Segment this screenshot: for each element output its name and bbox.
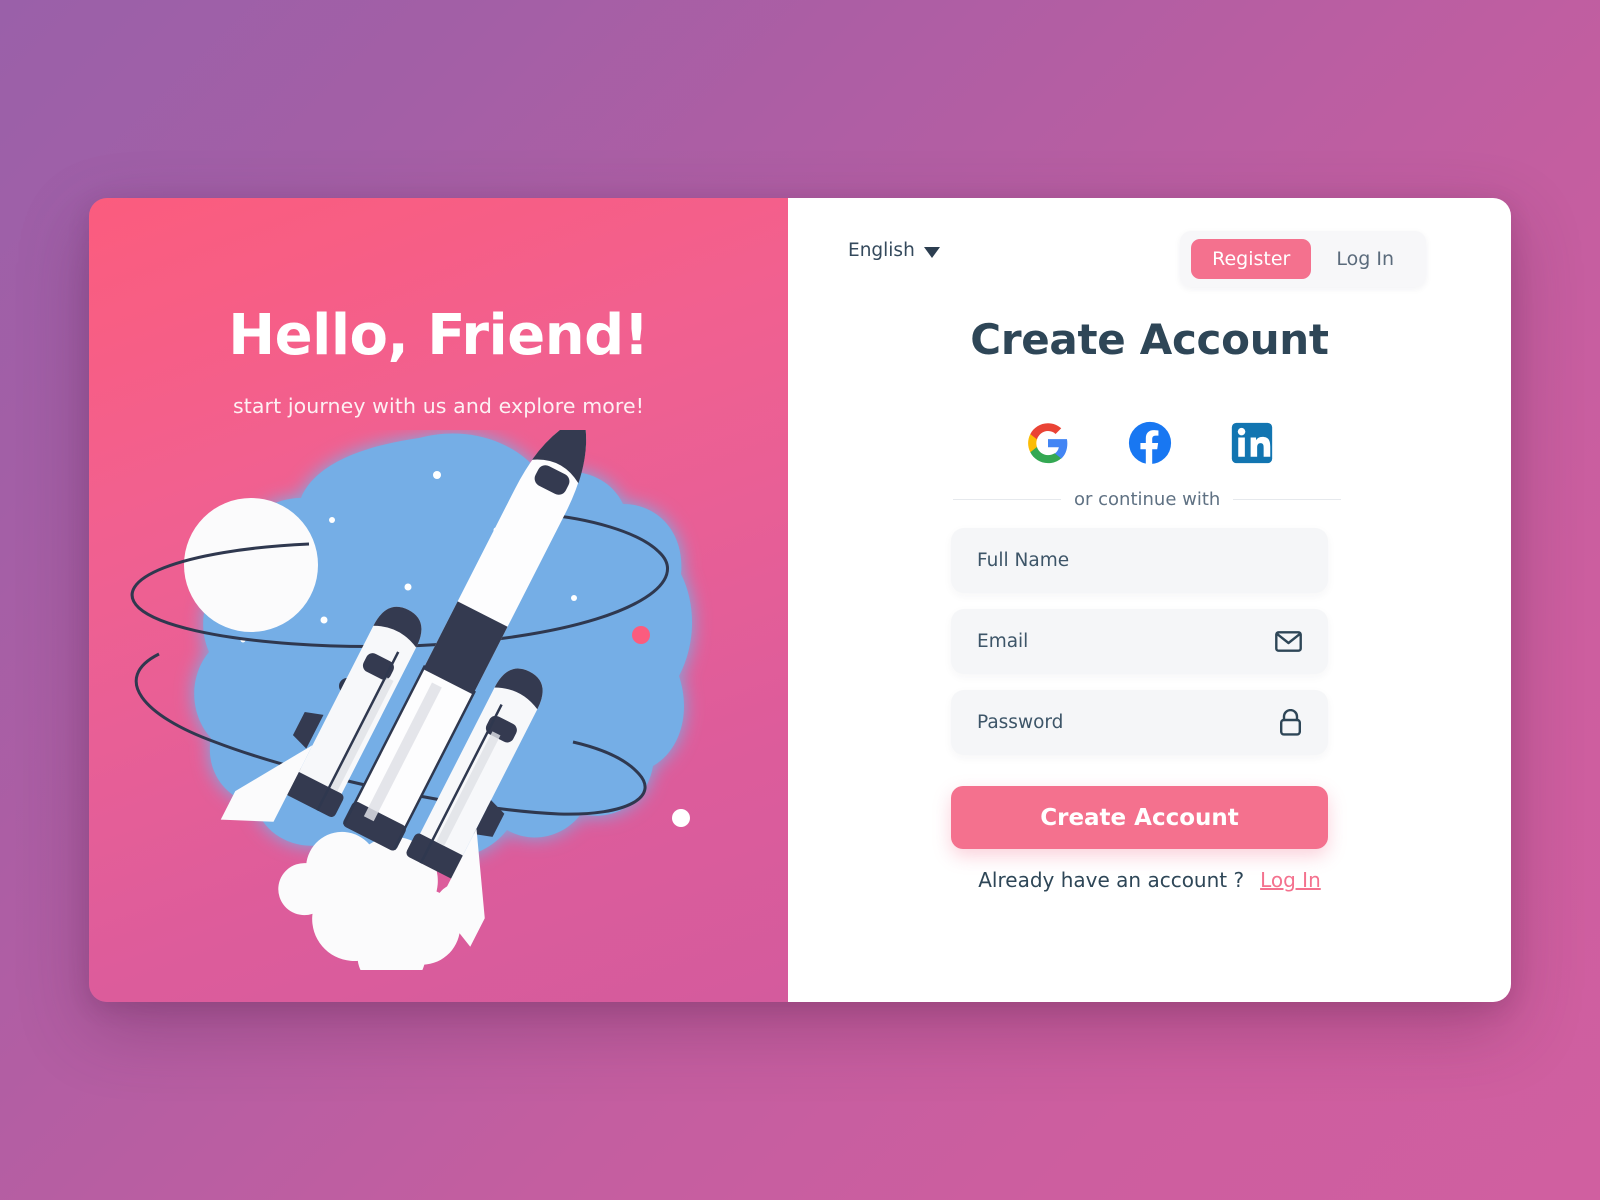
divider-rule-right [1233,499,1342,500]
auth-mode-toggle: Register Log In [1180,231,1426,287]
google-login-button[interactable] [1025,420,1071,466]
login-prompt-text: Already have an account ? [978,868,1245,892]
language-selector[interactable]: English [848,240,940,261]
login-prompt: Already have an account ? Log In [788,868,1511,892]
linkedin-icon [1230,421,1274,465]
hero-panel: Hello, Friend! start journey with us and… [89,198,788,1002]
hero-subtitle: start journey with us and explore more! [232,394,645,418]
envelope-icon [1275,631,1302,652]
language-label: English [848,240,915,261]
auth-form-panel: English Register Log In Create Account o… [788,198,1511,1002]
social-login-row [788,420,1511,466]
chevron-down-icon [923,246,940,258]
password-input[interactable] [977,712,1269,733]
linkedin-login-button[interactable] [1229,420,1275,466]
create-account-button[interactable]: Create Account [951,786,1328,849]
facebook-login-button[interactable] [1127,420,1173,466]
password-field[interactable] [951,690,1328,755]
login-link[interactable]: Log In [1260,868,1321,892]
social-divider: or continue with [953,489,1342,510]
lock-icon [1279,709,1302,736]
divider-rule-left [953,499,1061,500]
hero-title: Hello, Friend! [228,303,649,368]
full-name-field[interactable] [951,528,1328,593]
form-fields [951,528,1328,755]
google-icon [1026,421,1070,465]
divider-label: or continue with [1074,489,1221,510]
email-input[interactable] [977,631,1265,652]
email-field[interactable] [951,609,1328,674]
page-title: Create Account [970,315,1329,364]
tab-login[interactable]: Log In [1315,239,1415,279]
facebook-icon [1127,420,1173,466]
tab-register[interactable]: Register [1191,239,1312,279]
rocket-launch-illustration [119,430,759,970]
auth-card: Hello, Friend! start journey with us and… [89,198,1511,1002]
full-name-input[interactable] [977,550,1302,571]
